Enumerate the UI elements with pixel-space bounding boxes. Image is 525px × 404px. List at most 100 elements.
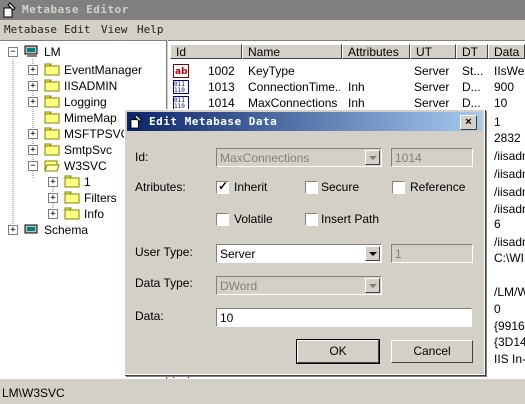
- menu-bar: Metabase Edit View Help: [0, 20, 525, 40]
- id-select: MaxConnections: [216, 148, 382, 167]
- data-type-label: Data Type:: [135, 276, 193, 290]
- expand-icon[interactable]: +: [28, 81, 38, 91]
- cell-data: /LM/W: [494, 285, 525, 299]
- collapse-icon[interactable]: −: [28, 161, 38, 171]
- inherit-checkbox[interactable]: ✓: [216, 179, 229, 194]
- tree-label: SmtpSvc: [64, 143, 113, 157]
- cell-data: /iisadm: [494, 149, 525, 163]
- expand-icon[interactable]: +: [28, 129, 38, 139]
- tree-label: MimeMap: [64, 111, 117, 125]
- status-text: LM\W3SVC: [2, 386, 65, 400]
- data-input[interactable]: 10: [216, 308, 472, 327]
- close-button[interactable]: ×: [460, 115, 477, 130]
- tree-label: IISADMIN: [64, 79, 118, 93]
- cell-data: 1: [494, 115, 501, 129]
- folder-icon: [44, 143, 60, 156]
- cell-id: 1002: [208, 64, 235, 78]
- expand-icon[interactable]: +: [28, 65, 38, 75]
- main-title-bar: Metabase Editor: [0, 0, 525, 20]
- cancel-button[interactable]: Cancel: [391, 340, 473, 363]
- collapse-icon[interactable]: −: [8, 47, 18, 57]
- status-bar: LM\W3SVC: [0, 380, 525, 404]
- secure-checkbox[interactable]: [305, 181, 318, 194]
- tree-label: EventManager: [64, 63, 143, 77]
- cell-data: IIsWeb: [494, 64, 525, 78]
- id-label: Id:: [135, 150, 149, 164]
- dialog-title-bar[interactable]: Edit Metabase Data ×: [127, 112, 482, 131]
- folder-icon: [44, 63, 60, 76]
- svg-text:110: 110: [174, 87, 185, 94]
- checkmark-icon: ✓: [218, 179, 229, 193]
- tree-label: MSFTPSVC: [64, 127, 130, 141]
- cell-dt: D...: [462, 96, 481, 110]
- user-type-number-field: 1: [391, 244, 473, 263]
- cell-dt: D...: [462, 80, 481, 94]
- cell-dt: St...: [462, 64, 484, 78]
- tree-label: Filters: [84, 191, 117, 205]
- column-header-ut[interactable]: UT: [410, 44, 456, 59]
- cell-attributes: Inh: [348, 96, 365, 110]
- insert-path-label: Insert Path: [321, 212, 380, 226]
- menu-metabase[interactable]: Metabase: [4, 23, 57, 36]
- cell-data: {99169: [494, 319, 525, 333]
- cell-name: ConnectionTime...: [248, 80, 340, 94]
- cell-data: {3D14: [494, 335, 525, 349]
- expand-icon[interactable]: +: [28, 97, 38, 107]
- app-title: Metabase Editor: [22, 3, 129, 16]
- column-header-id[interactable]: Id: [170, 44, 242, 59]
- menu-view[interactable]: View: [101, 23, 128, 36]
- reference-label: Reference: [410, 180, 466, 194]
- reference-checkbox[interactable]: [392, 181, 405, 194]
- insert-path-checkbox[interactable]: [305, 213, 318, 226]
- chevron-down-icon: [365, 278, 380, 293]
- folder-icon: [44, 79, 60, 92]
- tree-label: W3SVC: [64, 159, 107, 173]
- chevron-down-icon[interactable]: [365, 246, 380, 261]
- cell-id: 1014: [208, 96, 235, 110]
- id-number-field: 1014: [391, 148, 473, 167]
- cell-name: MaxConnections: [248, 96, 338, 110]
- column-header-attributes[interactable]: Attributes: [342, 44, 410, 59]
- string-type-icon: ab: [173, 64, 189, 78]
- list-row[interactable]: 011 110 1013 ConnectionTime... Inh Server…: [168, 79, 525, 95]
- cell-data: /iisadm: [494, 185, 525, 199]
- schema-icon: [24, 224, 38, 234]
- volatile-checkbox[interactable]: [216, 213, 229, 226]
- ok-button[interactable]: OK: [296, 339, 380, 364]
- expand-icon[interactable]: +: [48, 177, 58, 187]
- menu-help[interactable]: Help: [137, 23, 164, 36]
- column-header-data[interactable]: Data: [488, 44, 525, 59]
- chevron-down-icon: [365, 150, 380, 165]
- svg-text:ab: ab: [175, 67, 188, 77]
- cell-data: 0: [494, 302, 501, 316]
- edit-metabase-dialog: Edit Metabase Data × Id: MaxConnections …: [124, 109, 485, 375]
- data-label: Data:: [135, 309, 164, 323]
- folder-icon: [64, 207, 80, 220]
- user-type-label: User Type:: [135, 245, 193, 259]
- secure-label: Secure: [321, 180, 360, 194]
- expand-icon[interactable]: +: [8, 225, 18, 235]
- cell-data: 900: [494, 80, 515, 94]
- folder-icon: [44, 111, 60, 124]
- expand-icon[interactable]: +: [48, 209, 58, 219]
- list-row[interactable]: ab 1002 KeyType Server St... IIsWeb: [168, 63, 525, 79]
- folder-icon: [64, 191, 80, 204]
- column-header-dt[interactable]: DT: [456, 44, 488, 59]
- cell-attributes: Inh: [348, 80, 365, 94]
- expand-icon[interactable]: +: [28, 145, 38, 155]
- cell-data: /iisadm: [494, 167, 525, 181]
- user-type-select[interactable]: Server: [216, 244, 382, 263]
- tree-label-schema: Schema: [44, 223, 89, 237]
- cell-ut: Server: [414, 64, 450, 78]
- column-header-name[interactable]: Name: [242, 44, 342, 59]
- cell-data: 10: [494, 96, 508, 110]
- cell-ut: Server: [414, 96, 450, 110]
- tree-label: 1: [84, 175, 91, 189]
- inherit-label: Inherit: [234, 180, 268, 194]
- expand-icon[interactable]: +: [48, 193, 58, 203]
- folder-icon: [64, 175, 80, 188]
- list-header: Id Name Attributes UT DT Data: [168, 44, 525, 61]
- menu-edit[interactable]: Edit: [64, 23, 91, 36]
- computer-icon: [24, 45, 38, 57]
- dialog-title: Edit Metabase Data: [149, 115, 278, 128]
